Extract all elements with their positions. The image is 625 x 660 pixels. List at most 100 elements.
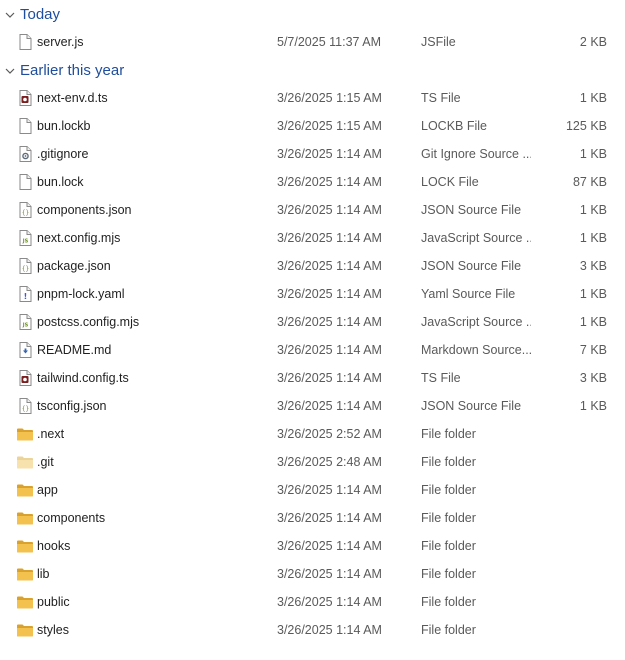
file-name: styles — [37, 623, 69, 637]
file-type: File folder — [421, 427, 476, 441]
file-row[interactable]: ! pnpm-lock.yaml 3/26/2025 1:14 AM Yaml Sou… — [0, 280, 625, 308]
file-size: 1 KB — [579, 315, 607, 329]
folder-icon — [16, 593, 34, 611]
blank-file-icon — [16, 173, 34, 191]
chevron-down-icon[interactable] — [4, 8, 16, 20]
file-name: pnpm-lock.yaml — [37, 287, 125, 301]
ts-file-icon — [16, 369, 34, 387]
file-row[interactable]: .next 3/26/2025 2:52 AM File folder — [0, 420, 625, 448]
chevron-down-icon[interactable] — [4, 64, 16, 76]
file-list: Today server.js 5/7/2025 11:37 AM JSFile 2 K… — [0, 0, 625, 644]
group-header[interactable]: Earlier this year — [0, 56, 625, 84]
file-name: .git — [37, 455, 54, 469]
file-row[interactable]: app 3/26/2025 1:14 AM File folder — [0, 476, 625, 504]
file-row[interactable]: {} tsconfig.json 3/26/2025 1:14 AM JSON Sou… — [0, 392, 625, 420]
svg-text:{}: {} — [22, 406, 29, 413]
file-type: Yaml Source File — [421, 287, 516, 301]
file-date-modified: 3/26/2025 1:14 AM — [277, 511, 382, 525]
file-name: bun.lockb — [37, 119, 91, 133]
svg-text:!: ! — [24, 292, 28, 301]
file-type: JSON Source File — [421, 259, 522, 273]
file-row[interactable]: components 3/26/2025 1:14 AM File folder — [0, 504, 625, 532]
file-date-modified: 3/26/2025 1:14 AM — [277, 203, 382, 217]
file-row[interactable]: JS next.config.mjs 3/26/2025 1:14 AM JavaSc… — [0, 224, 625, 252]
gear-file-icon — [16, 145, 34, 163]
folder-icon — [16, 537, 34, 555]
file-row[interactable]: README.md 3/26/2025 1:14 AM Markdown Sourc… — [0, 336, 625, 364]
file-name: server.js — [37, 35, 84, 49]
file-date-modified: 3/26/2025 2:52 AM — [277, 427, 382, 441]
file-type: File folder — [421, 455, 476, 469]
json-file-icon: {} — [16, 201, 34, 219]
file-type: JSON Source File — [421, 203, 522, 217]
file-date-modified: 3/26/2025 1:14 AM — [277, 399, 382, 413]
file-name: .gitignore — [37, 147, 89, 161]
file-size: 1 KB — [579, 203, 607, 217]
file-date-modified: 3/26/2025 1:14 AM — [277, 623, 382, 637]
file-type: JavaScript Source ... — [421, 231, 531, 245]
blank-file-icon — [16, 117, 34, 135]
file-type: JavaScript Source ... — [421, 315, 531, 329]
file-date-modified: 3/26/2025 1:15 AM — [277, 119, 382, 133]
file-row[interactable]: bun.lockb 3/26/2025 1:15 AM LOCKB File 125 … — [0, 112, 625, 140]
group-title: Earlier this year — [20, 61, 125, 79]
file-row[interactable]: public 3/26/2025 1:14 AM File folder — [0, 588, 625, 616]
file-row[interactable]: JS postcss.config.mjs 3/26/2025 1:14 AM Jav… — [0, 308, 625, 336]
file-date-modified: 3/26/2025 1:14 AM — [277, 371, 382, 385]
svg-text:{}: {} — [22, 210, 29, 217]
file-name: hooks — [37, 539, 71, 553]
file-type: File folder — [421, 623, 476, 637]
group-header[interactable]: Today — [0, 0, 625, 28]
file-name: next-env.d.ts — [37, 91, 108, 105]
js-file-icon: JS — [16, 313, 34, 331]
file-type: LOCK File — [421, 175, 479, 189]
file-date-modified: 3/26/2025 2:48 AM — [277, 455, 382, 469]
blank-file-icon — [16, 33, 34, 51]
file-row[interactable]: next-env.d.ts 3/26/2025 1:15 AM TS File 1 K… — [0, 84, 625, 112]
ts-file-icon — [16, 89, 34, 107]
file-type: File folder — [421, 539, 476, 553]
file-size: 7 KB — [579, 343, 607, 357]
file-row[interactable]: {} package.json 3/26/2025 1:14 AM JSON Sour… — [0, 252, 625, 280]
file-row[interactable]: hooks 3/26/2025 1:14 AM File folder — [0, 532, 625, 560]
file-type: TS File — [421, 371, 461, 385]
file-date-modified: 3/26/2025 1:14 AM — [277, 175, 382, 189]
file-row[interactable]: {} components.json 3/26/2025 1:14 AM JSON S… — [0, 196, 625, 224]
file-name: README.md — [37, 343, 112, 357]
file-name: components.json — [37, 203, 132, 217]
file-row[interactable]: tailwind.config.ts 3/26/2025 1:14 AM TS Fi… — [0, 364, 625, 392]
file-size: 1 KB — [579, 91, 607, 105]
file-name: package.json — [37, 259, 111, 273]
file-size: 1 KB — [579, 399, 607, 413]
svg-text:{}: {} — [22, 266, 29, 273]
file-row[interactable]: .gitignore 3/26/2025 1:14 AM Git Ignore So… — [0, 140, 625, 168]
file-name: tsconfig.json — [37, 399, 107, 413]
json-file-icon: {} — [16, 397, 34, 415]
file-size: 125 KB — [565, 119, 607, 133]
file-name: postcss.config.mjs — [37, 315, 140, 329]
file-date-modified: 3/26/2025 1:14 AM — [277, 343, 382, 357]
file-size: 3 KB — [579, 259, 607, 273]
folder-icon — [16, 481, 34, 499]
svg-text:JS: JS — [22, 239, 29, 245]
markdown-file-icon — [16, 341, 34, 359]
file-date-modified: 3/26/2025 1:14 AM — [277, 595, 382, 609]
file-row[interactable]: lib 3/26/2025 1:14 AM File folder — [0, 560, 625, 588]
json-file-icon: {} — [16, 257, 34, 275]
file-type: JSON Source File — [421, 399, 522, 413]
file-name: lib — [37, 567, 50, 581]
file-name: next.config.mjs — [37, 231, 121, 245]
file-name: components — [37, 511, 106, 525]
file-name: .next — [37, 427, 65, 441]
file-row[interactable]: styles 3/26/2025 1:14 AM File folder — [0, 616, 625, 644]
file-date-modified: 3/26/2025 1:14 AM — [277, 315, 382, 329]
file-type: File folder — [421, 483, 476, 497]
file-date-modified: 3/26/2025 1:14 AM — [277, 539, 382, 553]
file-type: LOCKB File — [421, 119, 487, 133]
file-type: File folder — [421, 567, 476, 581]
file-row[interactable]: bun.lock 3/26/2025 1:14 AM LOCK File 87 KB — [0, 168, 625, 196]
folder-icon — [16, 425, 34, 443]
file-row[interactable]: server.js 5/7/2025 11:37 AM JSFile 2 KB — [0, 28, 625, 56]
folder-icon — [16, 621, 34, 639]
file-row[interactable]: .git 3/26/2025 2:48 AM File folder — [0, 448, 625, 476]
